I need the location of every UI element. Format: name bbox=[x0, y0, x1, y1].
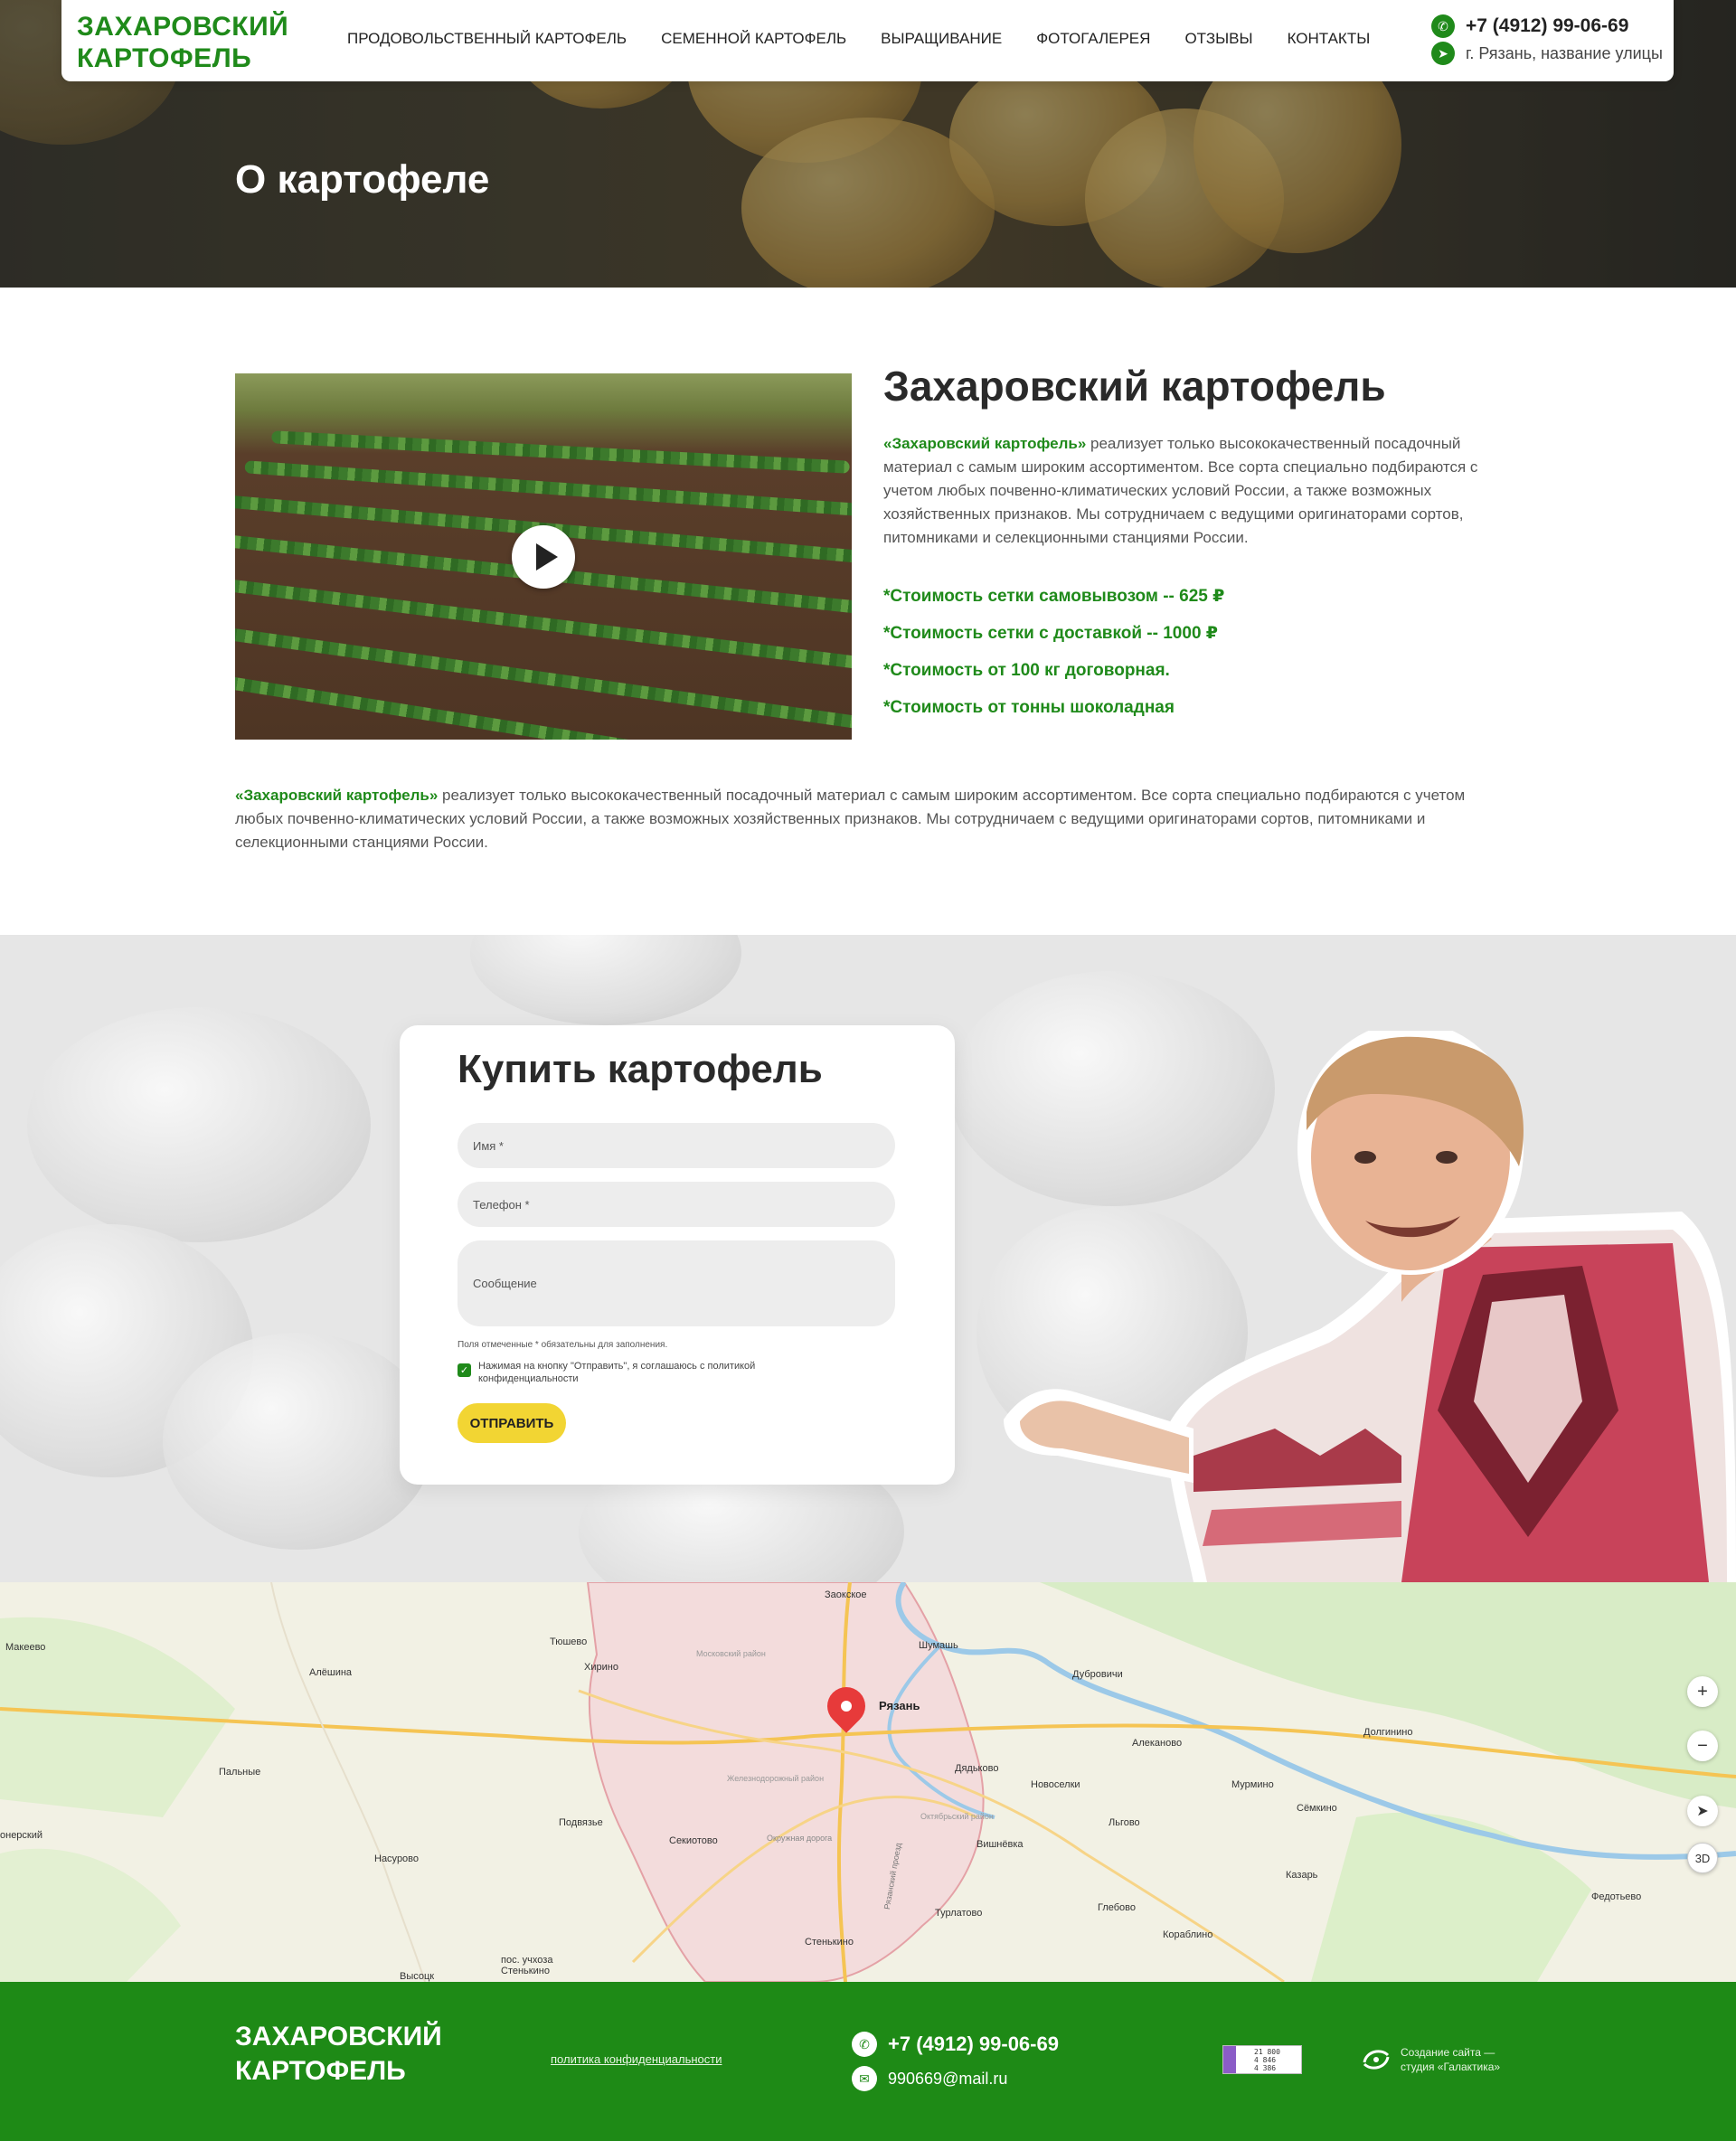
map-label: Вишнёвка bbox=[976, 1839, 1024, 1850]
map-widget[interactable]: Макеево Алёшина Тюшево Хирино Заокское Ш… bbox=[0, 1582, 1736, 1982]
brand-name: «Захаровский картофель» bbox=[883, 435, 1087, 452]
price-pickup: *Стоимость сетки самовывозом -- 625 ₽ bbox=[883, 587, 1225, 606]
map-label: Пальные bbox=[219, 1767, 261, 1778]
map-label: Мурмино bbox=[1231, 1779, 1274, 1790]
buy-form-title: Купить картофель bbox=[458, 1047, 823, 1091]
map-label: Секиотово bbox=[669, 1835, 718, 1846]
map-label: Федотьево bbox=[1591, 1891, 1642, 1902]
required-note: Поля отмеченные * обязательны для заполн… bbox=[458, 1340, 668, 1350]
footer-phone[interactable]: +7 (4912) 99-06-69 bbox=[888, 2033, 1059, 2056]
nav-item-reviews[interactable]: ОТЗЫВЫ bbox=[1184, 30, 1252, 48]
map-label: Сёмкино bbox=[1297, 1803, 1337, 1814]
footer-email[interactable]: 990669@mail.ru bbox=[888, 2070, 1007, 2089]
about-text: «Захаровский картофель» реализует только… bbox=[883, 432, 1498, 550]
header-address: г. Рязань, название улицы bbox=[1466, 43, 1663, 62]
privacy-policy-link[interactable]: политика конфиденциальности bbox=[551, 2052, 722, 2066]
view-3d-button[interactable]: 3D bbox=[1687, 1843, 1718, 1873]
phone-icon: ✆ bbox=[852, 2032, 877, 2057]
nav-item-contacts[interactable]: КОНТАКТЫ bbox=[1288, 30, 1371, 48]
site-header: ЗАХАРОВСКИЙ КАРТОФЕЛЬ ПРОДОВОЛЬСТВЕННЫЙ … bbox=[61, 0, 1674, 81]
map-label: Казарь bbox=[1286, 1870, 1318, 1881]
map-label: пос. учхоза Стенькино bbox=[501, 1955, 553, 1976]
galaxy-logo-icon bbox=[1363, 2050, 1390, 2070]
about-full-text: «Захаровский картофель» реализует только… bbox=[235, 784, 1501, 854]
price-100kg: *Стоимость от 100 кг договорная. bbox=[883, 661, 1170, 680]
map-label: Новоселки bbox=[1031, 1779, 1080, 1790]
map-label: Турлатово bbox=[935, 1908, 983, 1919]
consent-checkbox[interactable]: ✓ bbox=[458, 1363, 471, 1377]
name-field[interactable]: Имя * bbox=[458, 1123, 895, 1168]
visit-counter[interactable]: 21 800 4 846 4 386 bbox=[1222, 2045, 1302, 2074]
map-label: Насурово bbox=[374, 1853, 420, 1864]
price-ton: *Стоимость от тонны шоколадная bbox=[883, 698, 1175, 717]
brand-name-full: «Захаровский картофель» bbox=[235, 787, 439, 804]
nav-item-seed-potato[interactable]: СЕМЕННОЙ КАРТОФЕЛЬ bbox=[661, 30, 846, 48]
footer-contacts: ✆ +7 (4912) 99-06-69 ✉ 990669@mail.ru bbox=[852, 2027, 1059, 2096]
phone-icon: ✆ bbox=[1431, 14, 1455, 38]
studio-credit[interactable]: Создание сайта — студия «Галактика» bbox=[1361, 2045, 1509, 2074]
main-nav: ПРОДОВОЛЬСТВЕННЫЙ КАРТОФЕЛЬ СЕМЕННОЙ КАР… bbox=[347, 30, 1370, 48]
footer-logo[interactable]: ЗАХАРОВСКИЙ КАРТОФЕЛЬ bbox=[235, 2020, 470, 2089]
header-phone[interactable]: +7 (4912) 99-06-69 bbox=[1466, 15, 1628, 37]
counter-line: 4 386 bbox=[1254, 2063, 1277, 2072]
studio-text: Создание сайта — студия «Галактика» bbox=[1401, 2046, 1501, 2073]
mascot-figure bbox=[1004, 1031, 1736, 1582]
map-label: Заокское bbox=[825, 1589, 867, 1600]
zoom-in-button[interactable]: + bbox=[1687, 1676, 1718, 1707]
map-label: Долгинино bbox=[1363, 1727, 1413, 1738]
header-contacts: ✆ +7 (4912) 99-06-69 ➤ г. Рязань, назван… bbox=[1431, 13, 1663, 67]
map-city-label: Рязань bbox=[879, 1699, 920, 1712]
phone-field[interactable]: Телефон * bbox=[458, 1182, 895, 1227]
play-icon[interactable] bbox=[512, 525, 575, 589]
nav-item-food-potato[interactable]: ПРОДОВОЛЬСТВЕННЫЙ КАРТОФЕЛЬ bbox=[347, 30, 627, 48]
map-label: Дубровичи bbox=[1072, 1669, 1123, 1680]
consent-text: Нажимая на кнопку "Отправить", я соглаша… bbox=[478, 1361, 756, 1384]
map-label: Московский район bbox=[696, 1649, 766, 1658]
locate-icon[interactable]: ➤ bbox=[1687, 1796, 1718, 1826]
map-label: Стенькино bbox=[805, 1937, 854, 1948]
map-label: Глебово bbox=[1098, 1902, 1137, 1913]
map-label: Высоцк bbox=[400, 1971, 435, 1982]
submit-button[interactable]: ОТПРАВИТЬ bbox=[458, 1403, 566, 1443]
map-label: Подвязье bbox=[559, 1817, 603, 1828]
consent-row: ✓ Нажимая на кнопку "Отправить", я согла… bbox=[458, 1360, 819, 1385]
buy-form: Купить картофель Имя * Телефон * Сообщен… bbox=[400, 1025, 955, 1485]
counter-line: 4 846 bbox=[1254, 2055, 1277, 2064]
map-label: Алёшина bbox=[309, 1667, 353, 1678]
map-label: Дядьково bbox=[955, 1763, 999, 1774]
map-label: Кораблино bbox=[1163, 1929, 1213, 1940]
video-player[interactable] bbox=[235, 373, 852, 740]
page-title: О картофеле bbox=[235, 157, 490, 202]
map-label: Тюшево bbox=[550, 1636, 588, 1647]
zoom-out-button[interactable]: − bbox=[1687, 1731, 1718, 1761]
location-icon: ➤ bbox=[1431, 42, 1455, 65]
about-title: Захаровский картофель bbox=[883, 363, 1386, 410]
map-label: Октябрьский район bbox=[920, 1812, 994, 1821]
map-label: Алеканово bbox=[1132, 1738, 1183, 1749]
price-delivery: *Стоимость сетки с доставкой -- 1000 ₽ bbox=[883, 624, 1219, 643]
map-label: Макеево bbox=[5, 1642, 46, 1653]
map-label: Железнодорожный район bbox=[727, 1774, 825, 1783]
counter-icon bbox=[1223, 2046, 1236, 2073]
map-label: Шумашь bbox=[919, 1640, 958, 1651]
counter-line: 21 800 bbox=[1254, 2047, 1280, 2056]
map-label: онерский bbox=[0, 1830, 43, 1841]
site-footer: ЗАХАРОВСКИЙ КАРТОФЕЛЬ политика конфиденц… bbox=[0, 1982, 1736, 2141]
price-list: *Стоимость сетки самовывозом -- 625 ₽ *С… bbox=[883, 586, 1224, 734]
nav-item-growing[interactable]: ВЫРАЩИВАНИЕ bbox=[881, 30, 1002, 48]
message-field[interactable]: Сообщение bbox=[458, 1240, 895, 1326]
map-label: Окружная дорога bbox=[767, 1834, 833, 1843]
map-label: Льгово bbox=[1109, 1817, 1140, 1828]
mail-icon: ✉ bbox=[852, 2066, 877, 2091]
map-label: Хирино bbox=[584, 1662, 618, 1673]
site-logo[interactable]: ЗАХАРОВСКИЙ КАРТОФЕЛЬ bbox=[77, 11, 312, 74]
nav-item-gallery[interactable]: ФОТОГАЛЕРЕЯ bbox=[1036, 30, 1150, 48]
